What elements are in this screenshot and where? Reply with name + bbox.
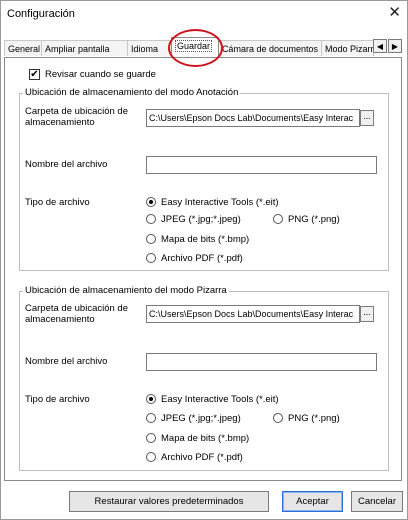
tab-scroll-left-icon[interactable]: ◀ — [373, 39, 387, 53]
annotation-radio-png-label: PNG (*.png) — [288, 214, 340, 225]
accept-button[interactable]: Aceptar — [282, 491, 343, 512]
whiteboard-group-legend: Ubicación de almacenamiento del modo Piz… — [23, 285, 229, 296]
annotation-radio-jpeg[interactable] — [146, 214, 156, 224]
whiteboard-browse-button[interactable]: ... — [360, 306, 374, 322]
whiteboard-radio-bmp[interactable] — [146, 433, 156, 443]
whiteboard-folder-field[interactable]: C:\Users\Epson Docs Lab\Documents\Easy I… — [146, 305, 360, 323]
tab-guardar[interactable]: Guardar — [171, 37, 219, 57]
whiteboard-radio-pdf-label: Archivo PDF (*.pdf) — [161, 452, 243, 463]
review-checkbox-label: Revisar cuando se guarde — [45, 69, 156, 80]
annotation-filetype-label: Tipo de archivo — [25, 197, 90, 208]
close-icon[interactable]: ✕ — [388, 5, 401, 21]
title-bar: Configuración ✕ — [1, 1, 407, 29]
annotation-radio-eit[interactable] — [146, 197, 156, 207]
configuration-dialog: Configuración ✕ General Ampliar pantalla… — [0, 0, 408, 520]
whiteboard-radio-png-label: PNG (*.png) — [288, 413, 340, 424]
tab-camara-de-documentos[interactable]: Cámara de documentos — [218, 40, 322, 56]
whiteboard-radio-eit-label: Easy Interactive Tools (*.eit) — [161, 394, 279, 405]
annotation-radio-png[interactable] — [273, 214, 283, 224]
tab-guardar-label: Guardar — [175, 40, 213, 52]
annotation-folder-label-line2: almacenamiento — [25, 117, 95, 128]
tab-scroll-right-icon[interactable]: ▶ — [388, 39, 402, 53]
annotation-filename-label: Nombre del archivo — [25, 159, 108, 170]
tab-general[interactable]: General — [4, 40, 42, 56]
tab-ampliar-pantalla[interactable]: Ampliar pantalla — [41, 40, 128, 56]
whiteboard-filename-label: Nombre del archivo — [25, 356, 108, 367]
whiteboard-filename-field[interactable] — [146, 353, 377, 371]
review-checkbox[interactable]: ✔ — [29, 69, 40, 80]
whiteboard-radio-jpeg-label: JPEG (*.jpg;*.jpeg) — [161, 413, 241, 424]
whiteboard-folder-label-line1: Carpeta de ubicación de — [25, 303, 128, 314]
whiteboard-radio-bmp-label: Mapa de bits (*.bmp) — [161, 433, 250, 444]
whiteboard-radio-jpeg[interactable] — [146, 413, 156, 423]
tab-scroll-buttons: ◀ ▶ — [373, 39, 403, 53]
whiteboard-filetype-label: Tipo de archivo — [25, 394, 90, 405]
tab-modo-pizarra[interactable]: Modo Pizarra — [321, 40, 374, 56]
annotation-filename-field[interactable] — [146, 156, 377, 174]
whiteboard-radio-eit[interactable] — [146, 394, 156, 404]
annotation-browse-button[interactable]: ... — [360, 110, 374, 126]
tab-idioma[interactable]: Idioma — [127, 40, 172, 56]
whiteboard-folder-label-line2: almacenamiento — [25, 314, 95, 325]
annotation-radio-jpeg-label: JPEG (*.jpg;*.jpeg) — [161, 214, 241, 225]
annotation-radio-pdf-label: Archivo PDF (*.pdf) — [161, 253, 243, 264]
annotation-radio-bmp[interactable] — [146, 234, 156, 244]
whiteboard-radio-pdf[interactable] — [146, 452, 156, 462]
annotation-radio-eit-label: Easy Interactive Tools (*.eit) — [161, 197, 279, 208]
annotation-folder-field[interactable]: C:\Users\Epson Docs Lab\Documents\Easy I… — [146, 109, 360, 127]
cancel-button[interactable]: Cancelar — [351, 491, 403, 512]
whiteboard-radio-png[interactable] — [273, 413, 283, 423]
annotation-radio-pdf[interactable] — [146, 253, 156, 263]
annotation-group-legend: Ubicación de almacenamiento del modo Ano… — [23, 87, 241, 98]
dialog-title: Configuración — [7, 8, 75, 20]
tab-strip: General Ampliar pantalla Idioma Guardar … — [4, 37, 402, 57]
annotation-folder-label-line1: Carpeta de ubicación de — [25, 106, 128, 117]
restore-defaults-button[interactable]: Restaurar valores predeterminados — [69, 491, 269, 512]
annotation-radio-bmp-label: Mapa de bits (*.bmp) — [161, 234, 250, 245]
